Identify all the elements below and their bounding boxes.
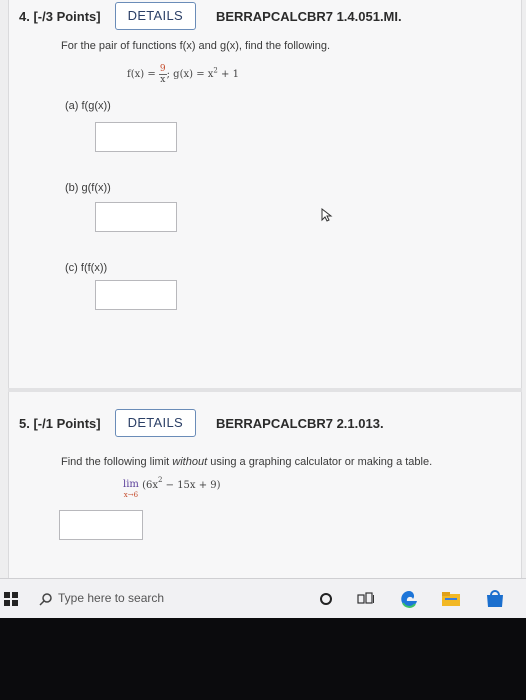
taskbar-search-input[interactable]: Type here to search (58, 591, 164, 605)
prompt-emphasis: without (172, 456, 208, 468)
windows-icon[interactable] (2, 589, 20, 609)
question-5-prompt: Find the following limit without using a… (61, 456, 432, 468)
windows-taskbar: Type here to search (0, 578, 526, 618)
prompt-pre: Find the following limit (61, 456, 173, 468)
part-b-label: (b) g(f(x)) (65, 182, 111, 194)
question-4-details-button[interactable]: DETAILS (114, 2, 196, 30)
question-5-answer-input[interactable] (59, 510, 143, 540)
question-4-number: 4. [-/3 Points] (19, 8, 101, 24)
part-a-answer-input[interactable] (95, 122, 177, 152)
task-view-icon[interactable] (356, 589, 376, 609)
limit-expr-a: (6x (142, 480, 158, 491)
limit-expr-b: − 15x + 9) (162, 480, 221, 491)
func-g: ; g(x) = x (166, 69, 214, 80)
cortana-icon[interactable] (318, 589, 334, 609)
question-4-header: 4. [-/3 Points] DETAILS BERRAPCALCBR7 1.… (19, 2, 402, 30)
limit-subscript: x→6 (123, 491, 139, 499)
store-icon[interactable] (484, 589, 506, 609)
question-4-code: BERRAPCALCBR7 1.4.051.MI. (215, 8, 402, 24)
func-g-tail: + 1 (217, 69, 239, 80)
mouse-cursor-icon (321, 208, 333, 222)
question-4-panel: 4. [-/3 Points] DETAILS BERRAPCALCBR7 1.… (8, 0, 522, 389)
func-f-denominator: x (160, 75, 166, 85)
part-c-answer-input[interactable] (95, 280, 177, 310)
func-f-fraction: 9x (158, 64, 167, 85)
limit-word: lim (123, 479, 139, 490)
question-5-header: 5. [-/1 Points] DETAILS BERRAPCALCBR7 2.… (19, 409, 384, 437)
prompt-post: using a graphing calculator or making a … (207, 456, 433, 468)
question-4-functions: f(x) = 9 x; g(x) = x2 + 1 (127, 64, 239, 85)
part-a-label: (a) f(g(x)) (65, 100, 111, 112)
limit-operator: lim x→6 (123, 480, 139, 500)
question-5-panel: 5. [-/1 Points] DETAILS BERRAPCALCBR7 2.… (8, 392, 522, 578)
question-5-details-button[interactable]: DETAILS (114, 409, 196, 437)
question-5-number: 5. [-/1 Points] (19, 415, 101, 431)
file-explorer-icon[interactable] (440, 589, 462, 609)
question-5-code: BERRAPCALCBR7 2.1.013. (215, 415, 384, 431)
part-c-label: (c) f(f(x)) (65, 262, 108, 274)
part-b-answer-input[interactable] (95, 202, 177, 232)
search-icon[interactable] (38, 589, 54, 609)
func-f-numerator: 9 (158, 64, 167, 75)
limit-expression: lim x→6 (6x2 − 15x + 9) (123, 476, 221, 500)
screen-bezel (0, 618, 526, 700)
edge-icon[interactable] (398, 589, 420, 609)
question-4-prompt: For the pair of functions f(x) and g(x),… (61, 40, 331, 52)
func-f-lhs: f(x) = (127, 69, 159, 80)
browser-viewport: 4. [-/3 Points] DETAILS BERRAPCALCBR7 1.… (0, 0, 526, 618)
limit-expr-exponent: 2 (157, 476, 163, 484)
